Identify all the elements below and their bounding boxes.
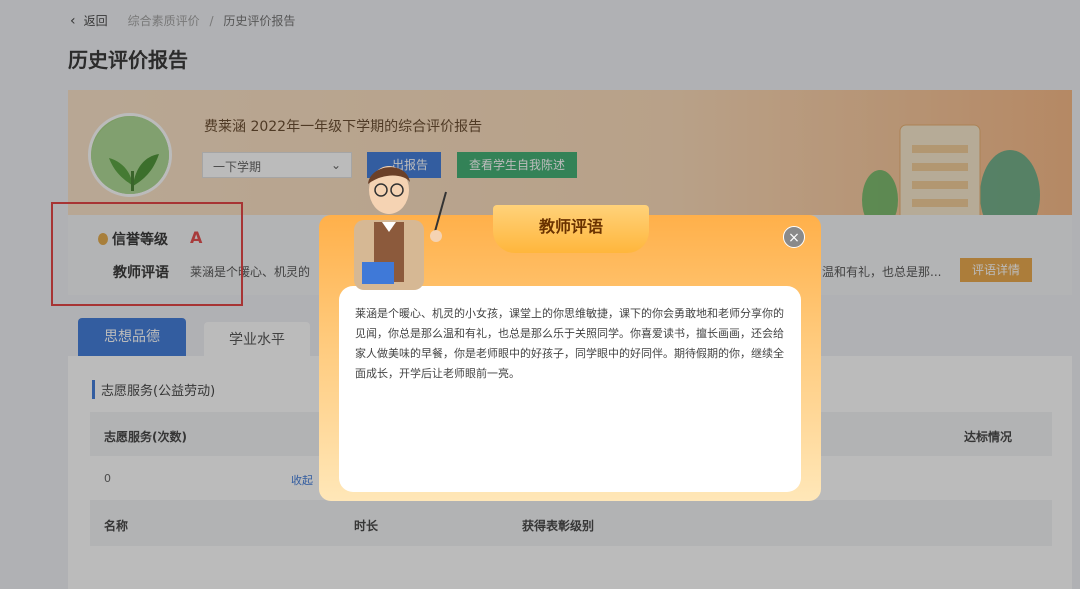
teacher-illustration — [354, 166, 447, 290]
close-icon[interactable]: × — [783, 226, 805, 248]
modal-comment-text: 莱涵是个暖心、机灵的小女孩，课堂上的你思维敏捷，课下的你会勇敢地和老师分享你的见… — [339, 286, 801, 492]
modal-title: 教师评语 — [493, 205, 649, 253]
